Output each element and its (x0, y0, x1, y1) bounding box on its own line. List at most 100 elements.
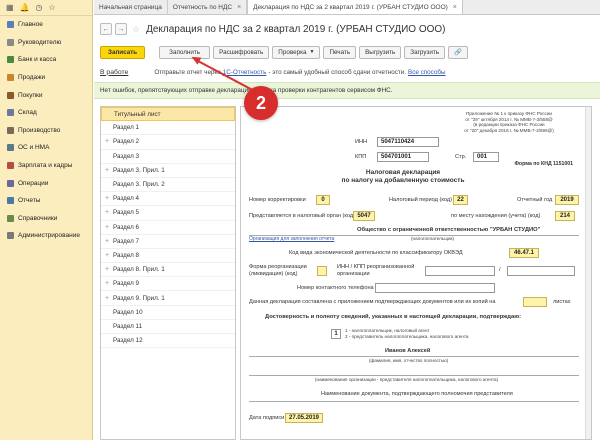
reorg-form-field[interactable] (317, 266, 327, 276)
load-button[interactable]: Загрузить (404, 45, 446, 59)
okved-field[interactable]: 46.47.1 (509, 248, 539, 258)
check-button-label: Проверка (278, 48, 307, 56)
upload-button[interactable]: Выгрузить (359, 45, 402, 59)
sidebar-item[interactable]: Отчеты (0, 192, 92, 210)
sidebar-item[interactable]: Администрирование (0, 227, 92, 245)
expand-plus-icon[interactable]: + (105, 224, 113, 231)
section-item[interactable]: + Раздел 9 (101, 277, 235, 292)
attach-button[interactable]: 🔗 (448, 45, 468, 59)
reorg-label: Форма реорганизации (ликвидация) (код) (249, 264, 307, 277)
vertical-scrollbar[interactable] (585, 107, 591, 439)
bell-icon[interactable]: 🔔 (20, 3, 30, 12)
close-icon[interactable]: × (237, 4, 241, 11)
expand-plus-icon[interactable]: + (105, 295, 113, 302)
section-icon (7, 38, 14, 46)
expand-plus-icon[interactable]: + (105, 238, 113, 245)
section-item[interactable]: + Раздел 2 (101, 135, 235, 150)
toolbar: Записать Заполнить Расшифровать Проверка… (94, 44, 600, 60)
page-title: Декларация по НДС за 2 квартал 2019 г. (… (146, 23, 446, 35)
reorg-inn-field[interactable] (425, 266, 495, 276)
signer-caption: (фамилия, имя, отчество полностью) (369, 358, 449, 363)
step-number-badge: 2 (244, 86, 278, 120)
section-item-label: Раздел 2 (113, 138, 140, 146)
expand-plus-icon[interactable]: + (105, 195, 113, 202)
sidebar-item[interactable]: Операции (0, 174, 92, 192)
expand-plus-icon[interactable]: + (105, 252, 113, 259)
section-item[interactable]: + Раздел 7 (101, 235, 235, 249)
decode-button[interactable]: Расшифровать (213, 45, 270, 59)
sidebar-item-label: Покупки (18, 91, 43, 99)
star-icon[interactable]: ☆ (49, 3, 56, 12)
section-item[interactable]: + Раздел 4 (101, 192, 235, 207)
section-item[interactable]: Раздел 1 (101, 121, 235, 136)
section-item[interactable]: Раздел 3 (101, 150, 235, 164)
check-button[interactable]: Проверка ▼ (272, 45, 321, 59)
tab-vat-reports[interactable]: Отчетность по НДС × (168, 0, 248, 14)
sidebar-item[interactable]: Главное (0, 16, 92, 34)
section-item[interactable]: + Раздел 5 (101, 206, 235, 221)
section-item[interactable]: + Раздел 9. Прил. 1 (101, 291, 235, 306)
tax-office-field[interactable]: 5047 (353, 211, 375, 221)
section-item[interactable]: Раздел 12 (101, 334, 235, 349)
expand-plus-icon[interactable]: + (105, 280, 113, 287)
year-field[interactable]: 2019 (555, 195, 579, 205)
sidebar-item[interactable]: Справочники (0, 210, 92, 228)
sidebar-item[interactable]: Банк и касса (0, 51, 92, 69)
section-item[interactable]: Раздел 3. Прил. 2 (101, 178, 235, 193)
kpp-field[interactable]: 504701001 (377, 152, 429, 162)
correction-label: Номер корректировки (249, 197, 306, 203)
reorg-kpp-field[interactable] (507, 266, 575, 276)
fill-button[interactable]: Заполнить (159, 45, 211, 59)
section-item[interactable]: + Раздел 3. Прил. 1 (101, 164, 235, 178)
section-item[interactable]: Раздел 10 (101, 306, 235, 320)
sidebar-item-label: Зарплата и кадры (18, 162, 73, 170)
forward-arrow-icon[interactable]: → (115, 23, 127, 35)
form-heading-2: по налогу на добавленную стоимость (341, 177, 465, 184)
section-item[interactable]: Титульный лист (101, 107, 235, 122)
sections-list: Титульный лист Раздел 1 + Раздел 2 Раздел 3 +… (100, 106, 236, 440)
work-status-link[interactable]: В работе (100, 69, 128, 76)
doc-underline (249, 401, 579, 402)
phone-field[interactable] (375, 283, 495, 293)
section-item[interactable]: + Раздел 8. Прил. 1 (101, 263, 235, 278)
sidebar-item[interactable]: ОС и НМА (0, 139, 92, 157)
period-field[interactable]: 22 (453, 195, 468, 205)
sidebar-item[interactable]: Руководителю (0, 34, 92, 52)
correction-field[interactable]: 0 (316, 195, 330, 205)
1c-reporting-link[interactable]: 1С-Отчетность (223, 69, 267, 76)
inn-field[interactable]: 5047110424 (377, 137, 439, 147)
sidebar-item[interactable]: Производство (0, 122, 92, 140)
tab-home[interactable]: Начальная страница (94, 0, 168, 14)
period-label: Налоговый период (код) (389, 197, 452, 203)
sidebar-item[interactable]: Зарплата и кадры (0, 157, 92, 175)
print-button[interactable]: Печать (323, 45, 357, 59)
back-arrow-icon[interactable]: ← (100, 23, 112, 35)
org-select-link[interactable]: Организация для заполнения отчета (249, 236, 334, 242)
page-field[interactable]: 001 (473, 152, 499, 162)
place-field[interactable]: 214 (555, 211, 575, 221)
sidebar-item[interactable]: Продажи (0, 69, 92, 87)
expand-plus-icon[interactable]: + (105, 167, 113, 174)
save-button[interactable]: Записать (100, 45, 146, 59)
history-icon[interactable]: ◷ (36, 3, 43, 12)
section-item-label: Раздел 11 (113, 322, 143, 330)
sidebar-item[interactable]: Склад (0, 104, 92, 122)
signer-name[interactable]: Иванов Алексей (385, 348, 430, 354)
all-methods-link[interactable]: Все способы (408, 69, 446, 76)
tab-vat-declaration[interactable]: Декларация по НДС за 2 квартал 2019 г. (… (247, 0, 463, 14)
section-item[interactable]: + Раздел 6 (101, 221, 235, 235)
close-icon[interactable]: × (453, 4, 457, 11)
section-item[interactable]: Раздел 11 (101, 320, 235, 334)
expand-plus-icon[interactable]: + (105, 266, 113, 273)
favorite-star-icon[interactable]: ☆ (132, 24, 140, 35)
apps-icon[interactable]: ▦ (6, 3, 14, 12)
expand-plus-icon[interactable]: + (105, 209, 113, 216)
sheets-field[interactable] (523, 297, 547, 307)
sign-date-field[interactable]: 27.05.2019 (285, 413, 323, 423)
sidebar-menu: Главное Руководителю Банк и касса Продажи По… (0, 16, 92, 245)
section-item[interactable]: + Раздел 8 (101, 249, 235, 264)
sidebar-item[interactable]: Покупки (0, 86, 92, 104)
expand-plus-icon[interactable]: + (105, 138, 113, 145)
slash: / (499, 267, 501, 273)
signer-code-field[interactable]: 1 (331, 329, 341, 339)
